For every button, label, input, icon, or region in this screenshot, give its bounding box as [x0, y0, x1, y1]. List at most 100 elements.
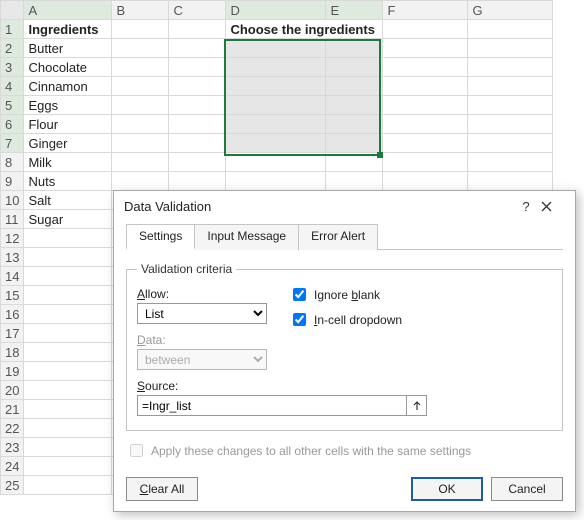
row-header-7[interactable]: 7 — [1, 134, 24, 153]
cell[interactable] — [326, 153, 383, 172]
clear-all-button[interactable]: Clear All — [126, 477, 198, 501]
tab-input-message[interactable]: Input Message — [194, 224, 299, 250]
row-header-18[interactable]: 18 — [1, 343, 24, 362]
cell[interactable] — [226, 58, 326, 77]
cell[interactable] — [468, 172, 553, 191]
cell[interactable] — [383, 134, 468, 153]
cell[interactable] — [169, 20, 226, 39]
cell[interactable] — [169, 115, 226, 134]
row-header-23[interactable]: 23 — [1, 438, 24, 457]
row-header-19[interactable]: 19 — [1, 362, 24, 381]
cell[interactable] — [326, 96, 383, 115]
cell[interactable] — [24, 400, 112, 419]
cell[interactable] — [326, 115, 383, 134]
row-header-6[interactable]: 6 — [1, 115, 24, 134]
row-header-12[interactable]: 12 — [1, 229, 24, 248]
cell[interactable] — [326, 172, 383, 191]
cell[interactable]: Ginger — [24, 134, 112, 153]
incell-dropdown-input[interactable] — [293, 313, 306, 326]
col-header-G[interactable]: G — [468, 1, 553, 20]
col-header-C[interactable]: C — [169, 1, 226, 20]
ok-button[interactable]: OK — [411, 477, 483, 501]
cell[interactable] — [468, 134, 553, 153]
ignore-blank-checkbox[interactable]: Ignore blank — [289, 285, 402, 304]
cell[interactable] — [383, 172, 468, 191]
row-header-21[interactable]: 21 — [1, 400, 24, 419]
cell[interactable]: Cinnamon — [24, 77, 112, 96]
cell[interactable] — [226, 134, 326, 153]
row-header-22[interactable]: 22 — [1, 419, 24, 438]
row-header-20[interactable]: 20 — [1, 381, 24, 400]
cell[interactable]: Flour — [24, 115, 112, 134]
cell[interactable] — [468, 58, 553, 77]
cell[interactable] — [226, 39, 326, 58]
cell[interactable] — [112, 20, 169, 39]
close-button[interactable] — [541, 201, 571, 212]
cell[interactable] — [112, 115, 169, 134]
cell[interactable] — [112, 172, 169, 191]
row-header-8[interactable]: 8 — [1, 153, 24, 172]
cell[interactable] — [24, 362, 112, 381]
cell[interactable] — [24, 267, 112, 286]
cell[interactable]: Choose the ingredients — [226, 20, 383, 39]
cancel-button[interactable]: Cancel — [491, 477, 563, 501]
cell[interactable] — [326, 134, 383, 153]
cell[interactable] — [226, 77, 326, 96]
cell[interactable] — [468, 20, 553, 39]
cell[interactable]: Salt — [24, 191, 112, 210]
cell[interactable] — [326, 39, 383, 58]
cell[interactable] — [383, 77, 468, 96]
cell[interactable] — [169, 39, 226, 58]
row-header-13[interactable]: 13 — [1, 248, 24, 267]
row-header-1[interactable]: 1 — [1, 20, 24, 39]
range-picker-button[interactable] — [406, 396, 426, 415]
cell[interactable] — [112, 39, 169, 58]
cell[interactable] — [112, 96, 169, 115]
cell[interactable]: Butter — [24, 39, 112, 58]
cell[interactable] — [24, 343, 112, 362]
col-header-D[interactable]: D — [226, 1, 326, 20]
cell[interactable] — [226, 153, 326, 172]
cell[interactable] — [383, 58, 468, 77]
row-header-3[interactable]: 3 — [1, 58, 24, 77]
cell[interactable] — [226, 115, 326, 134]
source-input[interactable] — [138, 399, 406, 413]
row-header-16[interactable]: 16 — [1, 305, 24, 324]
cell[interactable]: Milk — [24, 153, 112, 172]
tab-error-alert[interactable]: Error Alert — [298, 224, 378, 250]
select-all-corner[interactable] — [1, 1, 24, 20]
cell[interactable] — [169, 58, 226, 77]
cell[interactable] — [112, 77, 169, 96]
cell[interactable]: Ingredients — [24, 20, 112, 39]
row-header-14[interactable]: 14 — [1, 267, 24, 286]
cell[interactable] — [24, 381, 112, 400]
row-header-25[interactable]: 25 — [1, 476, 24, 495]
row-header-10[interactable]: 10 — [1, 191, 24, 210]
allow-select[interactable]: List — [137, 303, 267, 324]
cell[interactable] — [112, 134, 169, 153]
cell[interactable] — [169, 134, 226, 153]
cell[interactable] — [468, 115, 553, 134]
cell[interactable] — [326, 77, 383, 96]
cell[interactable] — [24, 476, 112, 495]
cell[interactable] — [383, 20, 468, 39]
col-header-A[interactable]: A — [24, 1, 112, 20]
row-header-15[interactable]: 15 — [1, 286, 24, 305]
tab-settings[interactable]: Settings — [126, 224, 195, 250]
cell[interactable]: Eggs — [24, 96, 112, 115]
cell[interactable]: Chocolate — [24, 58, 112, 77]
col-header-B[interactable]: B — [112, 1, 169, 20]
ignore-blank-input[interactable] — [293, 288, 306, 301]
cell[interactable] — [112, 153, 169, 172]
cell[interactable] — [24, 286, 112, 305]
cell[interactable] — [24, 229, 112, 248]
cell[interactable] — [24, 324, 112, 343]
cell[interactable] — [383, 153, 468, 172]
row-header-5[interactable]: 5 — [1, 96, 24, 115]
cell[interactable] — [24, 457, 112, 476]
cell[interactable] — [24, 419, 112, 438]
row-header-24[interactable]: 24 — [1, 457, 24, 476]
cell[interactable] — [468, 77, 553, 96]
cell[interactable] — [226, 172, 326, 191]
incell-dropdown-checkbox[interactable]: In-cell dropdown — [289, 310, 402, 329]
